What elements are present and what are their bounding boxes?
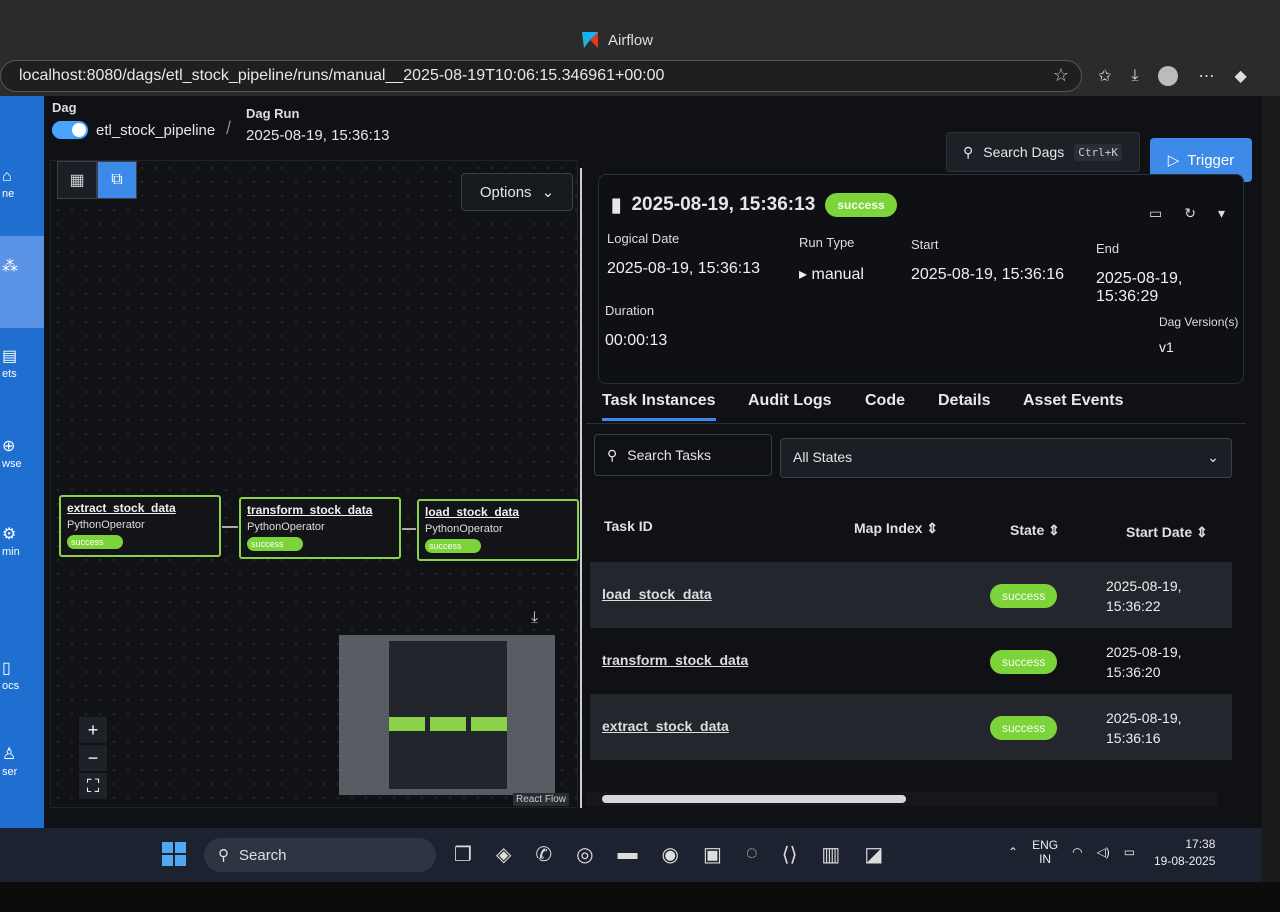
tab-asset-events[interactable]: Asset Events bbox=[1023, 392, 1124, 410]
pinned-app-icon[interactable]: ◪ bbox=[864, 842, 883, 867]
task-view-icon[interactable]: ❐ bbox=[454, 842, 472, 867]
tab-code[interactable]: Code bbox=[865, 392, 905, 410]
col-task-id[interactable]: Task ID bbox=[604, 518, 653, 534]
address-bar: localhost:8080/dags/etl_stock_pipeline/r… bbox=[0, 56, 1280, 96]
task-id-link[interactable]: load_stock_data bbox=[602, 586, 712, 602]
state-badge: success bbox=[990, 716, 1058, 740]
favorite-star-icon[interactable]: ☆ bbox=[1053, 65, 1069, 86]
start-date: 2025-08-19, 15:36:20 bbox=[1106, 644, 1182, 680]
airflow-logo-icon bbox=[582, 32, 598, 48]
bar-chart-icon: ▮ bbox=[611, 194, 622, 216]
clear-run-icon[interactable]: ↻ bbox=[1184, 205, 1196, 222]
profile-avatar[interactable] bbox=[1158, 66, 1179, 86]
taskbar-apps: ❐ ◈ ✆ ◎ ▬ ◉ ▣ ◌ ⟨⟩ ▥ ◪ bbox=[454, 842, 883, 867]
taskbar-clock[interactable]: 17:38 19-08-2025 bbox=[1154, 836, 1215, 870]
search-dags-button[interactable]: ⚲ Search Dags Ctrl+K bbox=[946, 132, 1140, 172]
downloads-icon[interactable]: ⤓ bbox=[1131, 67, 1138, 85]
task-id-link[interactable]: transform_stock_data bbox=[602, 652, 748, 668]
tab-details[interactable]: Details bbox=[938, 392, 990, 410]
file-explorer-icon[interactable]: ▬ bbox=[618, 842, 638, 867]
run-state-badge: success bbox=[825, 193, 897, 217]
shortcut-hint: Ctrl+K bbox=[1074, 143, 1122, 161]
col-state[interactable]: State ⇕ bbox=[1010, 522, 1060, 539]
copilot-icon[interactable]: ◆ bbox=[1234, 66, 1246, 86]
system-tray: ⌃ ENG IN ◠ ◁) ▭ bbox=[1008, 838, 1135, 866]
table-row[interactable]: load_stock_data success 2025-08-19, 15:36… bbox=[590, 562, 1232, 628]
chevron-down-icon: ⌄ bbox=[1207, 449, 1219, 465]
note-icon[interactable]: ▭ bbox=[1149, 205, 1162, 222]
window-title: Airflow bbox=[580, 30, 653, 50]
tab-audit-logs[interactable]: Audit Logs bbox=[748, 392, 832, 410]
windows-start-icon[interactable] bbox=[162, 842, 186, 866]
more-icon[interactable]: ⋯ bbox=[1198, 66, 1214, 86]
run-type-field: Run Type ▸ manual bbox=[799, 235, 864, 283]
copilot-app-icon[interactable]: ◈ bbox=[496, 842, 511, 867]
sort-icon: ⇕ bbox=[926, 520, 939, 536]
run-title: 2025-08-19, 15:36:13 bbox=[631, 194, 816, 215]
windows-taskbar: ⚲ Search ❐ ◈ ✆ ◎ ▬ ◉ ▣ ◌ ⟨⟩ ▥ ◪ ⌃ ENG IN … bbox=[0, 828, 1262, 882]
browser-titlebar: Airflow bbox=[0, 0, 1280, 56]
edge-icon[interactable]: ◎ bbox=[576, 842, 593, 867]
favorites-icon[interactable]: ✩ bbox=[1098, 66, 1111, 86]
start-field: Start 2025-08-19, 15:36:16 bbox=[911, 237, 1065, 283]
start-date: 2025-08-19, 15:36:22 bbox=[1106, 578, 1182, 614]
col-map-index[interactable]: Map Index ⇕ bbox=[854, 520, 938, 537]
task-id-link[interactable]: extract_stock_data bbox=[602, 718, 729, 734]
url-field[interactable]: localhost:8080/dags/etl_stock_pipeline/r… bbox=[0, 60, 1082, 92]
wifi-icon[interactable]: ◠ bbox=[1072, 845, 1082, 859]
scrollbar-thumb[interactable] bbox=[602, 795, 906, 803]
tray-chevron-up-icon[interactable]: ⌃ bbox=[1008, 845, 1018, 859]
pane-resize-handle[interactable] bbox=[580, 168, 582, 808]
vscode-icon[interactable]: ⟨⟩ bbox=[782, 842, 798, 867]
store-icon[interactable]: ▣ bbox=[703, 842, 722, 867]
app-icon[interactable]: ◌ bbox=[746, 842, 758, 867]
search-icon: ⚲ bbox=[218, 847, 229, 864]
whatsapp-icon[interactable]: ✆ bbox=[535, 842, 552, 867]
logical-date-field: Logical Date 2025-08-19, 15:36:13 bbox=[607, 231, 761, 277]
language-indicator[interactable]: ENG IN bbox=[1032, 838, 1058, 866]
monitor-bezel bbox=[0, 882, 1280, 912]
graph-edges bbox=[222, 526, 416, 530]
duration-field: Duration 00:00:13 bbox=[605, 303, 668, 349]
powerbi-icon[interactable]: ▥ bbox=[821, 842, 840, 867]
run-tabs: Task Instances Audit Logs Code Details A… bbox=[586, 386, 1246, 424]
search-tasks-input[interactable]: ⚲ Search Tasks bbox=[594, 434, 772, 476]
battery-icon[interactable]: ▭ bbox=[1124, 845, 1135, 859]
table-row[interactable]: transform_stock_data success 2025-08-19,… bbox=[590, 628, 1232, 694]
airflow-app: ⌂ ne ⁂ ▤ ets ⊕ wse ⚙ min ▯ ocs ♙ ser Dag bbox=[0, 96, 1262, 828]
volume-icon[interactable]: ◁) bbox=[1097, 845, 1110, 859]
sort-icon: ⇕ bbox=[1048, 522, 1060, 538]
table-row[interactable]: extract_stock_data success 2025-08-19, 15… bbox=[590, 694, 1232, 760]
state-badge: success bbox=[990, 650, 1058, 674]
dagrun-summary-card: ▮ 2025-08-19, 15:36:13 success ▭ ↻ ▾ Log… bbox=[598, 174, 1244, 384]
table-horizontal-scrollbar[interactable] bbox=[586, 792, 1218, 806]
chrome-icon[interactable]: ◉ bbox=[662, 842, 679, 867]
play-icon: ▷ bbox=[1167, 152, 1180, 169]
more-options-chevron-icon[interactable]: ▾ bbox=[1218, 205, 1225, 222]
search-icon: ⚲ bbox=[607, 446, 618, 463]
search-icon: ⚲ bbox=[963, 143, 974, 160]
state-badge: success bbox=[990, 584, 1058, 608]
start-date: 2025-08-19, 15:36:16 bbox=[1106, 710, 1182, 746]
play-icon: ▸ bbox=[799, 266, 812, 283]
end-field: End 2025-08-19, 15:36:29 bbox=[1096, 241, 1183, 305]
dag-version-field: Dag Version(s) v1 bbox=[1159, 315, 1239, 355]
browser-toolbar: ✩ ⤓ ⋯ ◆ bbox=[1098, 66, 1247, 86]
taskbar-search[interactable]: ⚲ Search bbox=[204, 838, 436, 872]
tab-task-instances[interactable]: Task Instances bbox=[602, 392, 716, 421]
card-actions: ▭ ↻ ▾ bbox=[1149, 205, 1225, 222]
col-start-date[interactable]: Start Date ⇕ bbox=[1126, 524, 1208, 541]
sort-icon: ⇕ bbox=[1196, 524, 1208, 540]
state-filter-select[interactable]: All States ⌄ bbox=[780, 438, 1232, 478]
